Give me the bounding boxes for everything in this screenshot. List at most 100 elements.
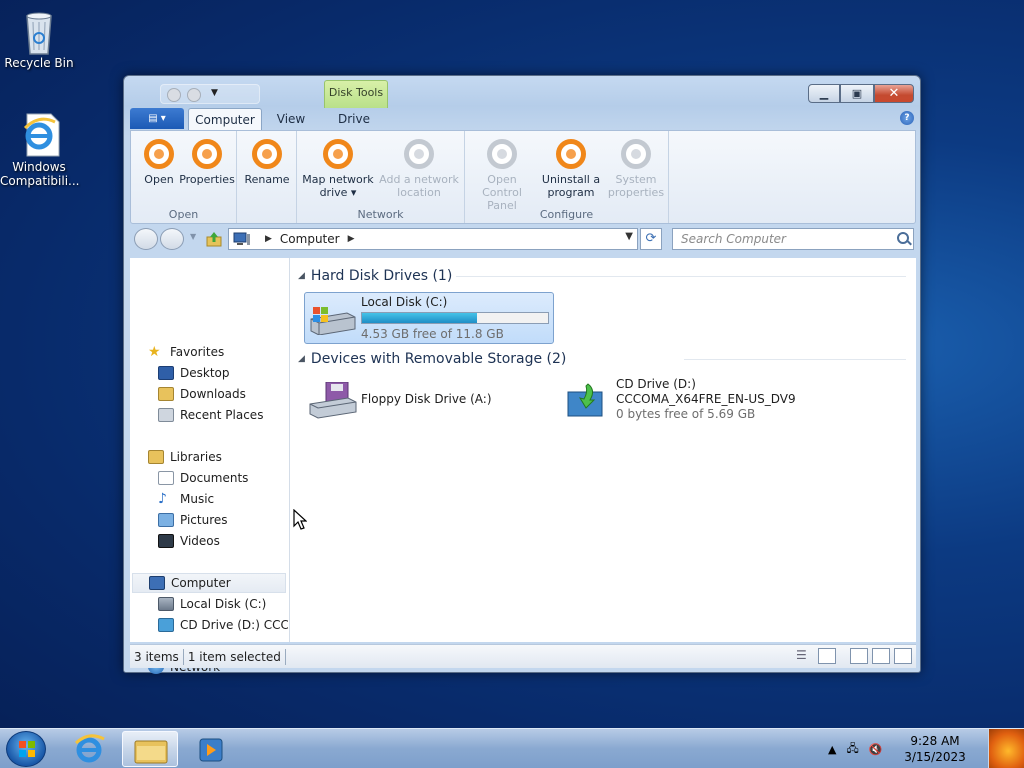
breadcrumb-computer[interactable]: Computer [280,232,340,246]
desktop-icon-windows-compatibility[interactable]: Windows Compatibili... [0,112,80,188]
up-folder-icon[interactable] [206,231,222,247]
maximize-icon: ▣ [851,87,863,100]
address-dropdown-icon[interactable]: ▼ [625,231,633,242]
group-header-hard-disk-drives[interactable]: ◢ Hard Disk Drives (1) [298,266,452,286]
show-hidden-icons-icon[interactable]: ▲ [828,743,836,756]
ribbon-group-open: Open Properties Open [131,131,237,223]
tab-view[interactable]: View [270,108,312,130]
qat-forward-icon[interactable] [187,88,201,102]
taskbar-clock[interactable]: 9:28 AM 3/15/2023 [900,733,970,765]
navigation-pane: ★ Favorites Desktop Downloads Recent Pla… [130,258,290,674]
network-status-icon[interactable]: 🖧 [846,740,858,759]
tab-drive[interactable]: Drive [330,108,378,130]
ribbon-group-network: Map network drive ▾ Add a network locati… [297,131,465,223]
volume-muted-icon[interactable]: 🔇 [869,743,883,756]
refresh-button[interactable]: ⟳ [640,228,662,250]
status-item-count: 3 items [130,648,184,665]
group-header-label: Devices with Removable Storage (2) [310,351,567,367]
nav-item-downloads[interactable]: Downloads [158,384,246,404]
button-label-line: Open Control [482,173,522,199]
button-label-line: location [397,186,441,199]
preview-pane-off-icon[interactable] [850,648,868,664]
qat-back-icon[interactable] [167,88,181,102]
nav-label: Desktop [180,366,230,380]
pictures-icon [158,513,174,527]
details-pane-icon[interactable] [894,648,912,664]
ribbon-group-rename: Rename [237,131,297,223]
drive-volume-label: CCCOMA_X64FRE_EN-US_DV9 [616,392,796,406]
group-header-removable-storage[interactable]: ◢ Devices with Removable Storage (2) [298,349,566,369]
breadcrumb-separator-icon[interactable]: ▶ [348,234,355,244]
drive-free-space: 0 bytes free of 5.69 GB [616,407,756,421]
taskbar-internet-explorer[interactable] [62,731,118,767]
map-network-drive-button[interactable]: Map network drive ▾ [301,139,375,199]
nav-item-desktop[interactable]: Desktop [158,363,230,383]
breadcrumb-separator-icon[interactable]: ▶ [265,234,272,244]
tab-computer[interactable]: Computer [188,108,262,130]
preview-pane-icon[interactable] [872,648,890,664]
desktop-icon-label: Windows Compatibili... [0,160,80,188]
collapse-triangle-icon: ◢ [298,354,305,364]
search-placeholder: Search Computer [681,232,786,246]
collapse-triangle-icon: ◢ [298,271,305,281]
open-button[interactable]: Open [139,139,179,186]
nav-libraries[interactable]: Libraries [148,447,222,467]
recent-pages-dropdown-icon[interactable]: ▼ [190,232,196,241]
drive-name: Local Disk (C:) [361,295,448,309]
view-buttons: ☰ [796,648,912,664]
title-bar[interactable]: ▼ Disk Tools ▁ ▣ ✕ [124,76,920,108]
back-button[interactable] [134,228,158,250]
minimize-button[interactable]: ▁ [808,84,840,103]
ribbon-group-label: Open [168,208,199,221]
drive-tile-local-disk[interactable]: Local Disk (C:) 4.53 GB free of 11.8 GB [304,292,554,344]
properties-button[interactable]: Properties [179,139,235,186]
ribbon: Open Properties Open Rename Map network … [130,130,916,224]
hard-disk-icon [158,597,174,611]
show-desktop-button[interactable] [988,729,1024,768]
taskbar-file-explorer[interactable] [122,731,178,767]
nav-computer[interactable]: Computer [132,573,286,593]
uninstall-program-button[interactable]: Uninstall a program [539,139,603,199]
cd-drive-icon [566,382,606,421]
forward-button[interactable] [160,228,184,250]
nav-label: Videos [180,534,220,548]
drive-tile-cd[interactable]: CD Drive (D:) CCCOMA_X64FRE_EN-US_DV9 0 … [564,376,814,424]
clock-date: 3/15/2023 [904,750,966,764]
large-icons-view-icon[interactable] [818,648,836,664]
taskbar-media-player[interactable] [182,731,238,767]
close-button[interactable]: ✕ [874,84,914,103]
drive-name: CD Drive (D:) [616,377,696,391]
nav-label: Documents [180,471,249,485]
music-icon: ♪ [158,491,167,507]
nav-label: Favorites [170,345,225,359]
nav-item-music[interactable]: ♪ Music [158,489,214,509]
maximize-button[interactable]: ▣ [840,84,874,103]
nav-favorites[interactable]: ★ Favorites [148,342,224,362]
nav-item-local-disk[interactable]: Local Disk (C:) [158,594,266,614]
add-network-location-button[interactable]: Add a network location [377,139,461,199]
drive-free-space: 4.53 GB free of 11.8 GB [361,327,504,341]
internet-explorer-icon [74,734,105,763]
open-control-panel-button[interactable]: Open Control Panel [467,139,537,212]
nav-item-pictures[interactable]: Pictures [158,510,228,530]
nav-item-videos[interactable]: Videos [158,531,220,551]
desktop-icon-recycle-bin[interactable]: Recycle Bin [0,8,78,70]
search-input[interactable]: Search Computer [672,228,914,250]
chevron-down-icon: ▾ [160,113,166,124]
start-button[interactable] [6,731,46,767]
nav-item-cd-drive[interactable]: CD Drive (D:) CCCOI [158,615,288,635]
drive-name: Floppy Disk Drive (A:) [361,392,492,406]
system-properties-button[interactable]: System properties [605,139,667,199]
libraries-icon [148,450,164,464]
nav-item-recent-places[interactable]: Recent Places [158,405,263,425]
nav-item-documents[interactable]: Documents [158,468,248,488]
rename-button[interactable]: Rename [241,139,293,186]
address-bar[interactable]: ▶ Computer ▶ ▼ [228,228,638,250]
qat-dropdown-icon[interactable]: ▼ [211,88,218,98]
internet-explorer-icon [19,112,60,157]
drive-tile-floppy[interactable]: Floppy Disk Drive (A:) [304,376,554,424]
app-menu-button[interactable]: ▤ ▾ [130,108,184,129]
details-view-icon[interactable]: ☰ [796,648,814,664]
media-player-icon [199,738,223,762]
help-icon[interactable]: ? [900,111,914,125]
